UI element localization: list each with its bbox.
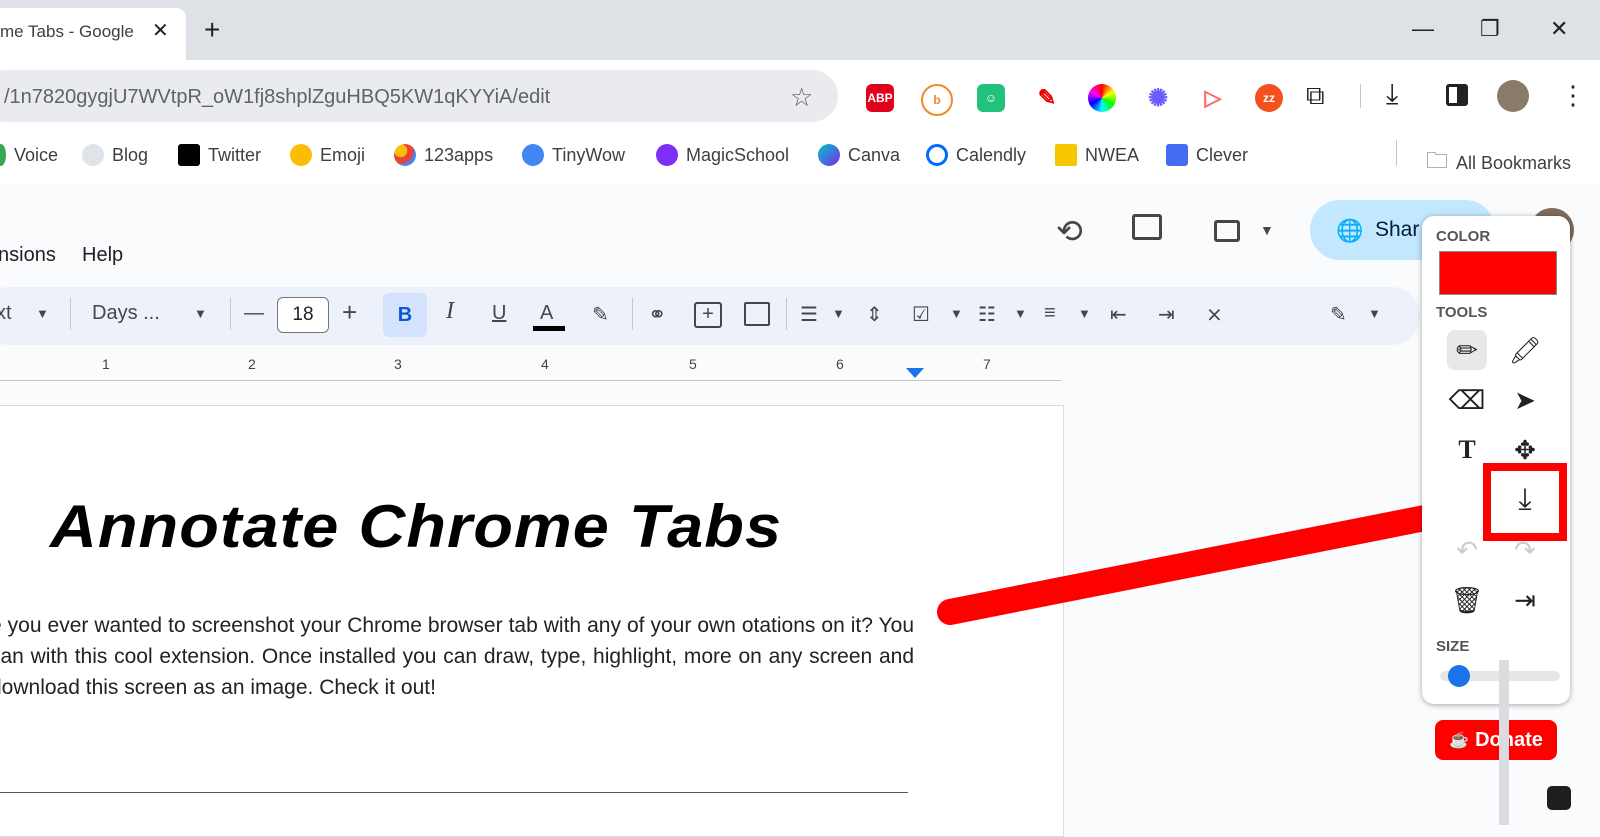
donate-button[interactable]: ☕Donate — [1435, 720, 1557, 760]
undo-icon[interactable]: ↶ — [1447, 530, 1487, 570]
size-label: SIZE — [1436, 638, 1470, 655]
red-arrow-annotation — [937, 492, 1500, 625]
pen-tool-icon[interactable]: ✏ — [1447, 330, 1487, 370]
highlighter-tool-icon[interactable]: 🖍 — [1505, 330, 1545, 370]
exit-icon[interactable]: ⇥ — [1505, 580, 1545, 620]
red-highlight-box — [1483, 463, 1567, 541]
size-slider-thumb[interactable] — [1448, 665, 1470, 687]
figma-icon[interactable] — [1547, 786, 1571, 810]
color-label: COLOR — [1436, 228, 1491, 245]
eraser-tool-icon[interactable]: ⌫ — [1447, 380, 1487, 420]
text-tool-icon[interactable]: T — [1447, 430, 1487, 470]
select-cursor-tool-icon[interactable]: ➤ — [1505, 380, 1545, 420]
trash-icon[interactable]: 🗑 — [1447, 580, 1487, 620]
coffee-cup-icon: ☕ — [1449, 732, 1470, 749]
tools-label: TOOLS — [1436, 304, 1488, 321]
color-swatch[interactable] — [1439, 251, 1557, 295]
side-scroll-strip — [1499, 660, 1509, 825]
